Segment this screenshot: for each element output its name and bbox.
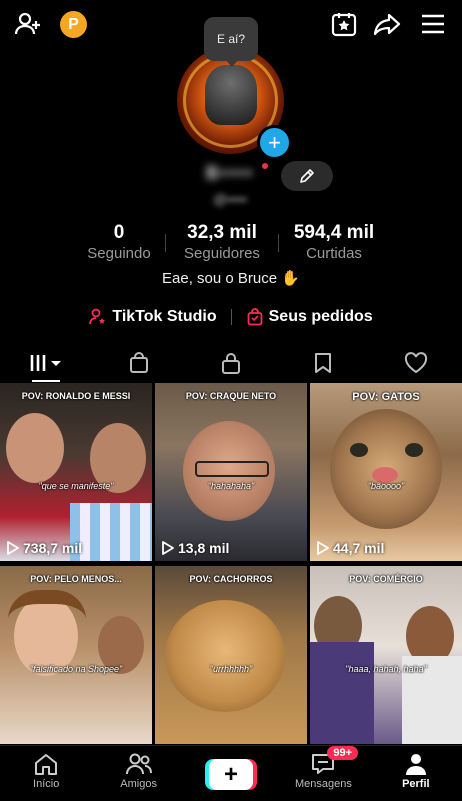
points-badge[interactable]: P <box>60 11 87 38</box>
notification-dot <box>262 163 268 169</box>
edit-profile-button[interactable] <box>281 161 333 191</box>
video-thumbnail[interactable]: POV: GATOS "bãoooo" 44,7 mil <box>310 383 462 561</box>
video-caption: POV: RONALDO E MESSI <box>21 391 131 401</box>
shopping-bag-icon <box>129 352 148 373</box>
stat-value: 32,3 mil <box>187 222 257 243</box>
video-subtitle: "bãoooo" <box>367 481 405 491</box>
lock-icon <box>222 353 241 374</box>
thumbnail-eye <box>350 443 368 457</box>
video-caption: POV: PELO MENOS... <box>30 574 122 584</box>
stat-value: 594,4 mil <box>293 222 375 243</box>
add-avatar-plus-icon[interactable]: + <box>257 125 292 160</box>
stat-likes[interactable]: 594,4 mil Curtidas <box>279 222 389 266</box>
tab-liked[interactable] <box>370 344 462 382</box>
video-thumbnail[interactable]: POV: PELO MENOS... "falsificado na Shope… <box>0 566 152 744</box>
view-count: 738,7 mil <box>6 540 82 556</box>
video-caption: POV: GATOS <box>352 391 420 403</box>
nav-profile[interactable]: Perfil <box>370 746 462 801</box>
friends-icon <box>125 753 152 775</box>
hamburger-menu-icon[interactable] <box>419 10 447 38</box>
video-thumbnail[interactable]: POV: RONALDO E MESSI "que se manifeste" … <box>0 383 152 561</box>
home-icon <box>35 754 58 775</box>
stat-label: Curtidas <box>306 245 362 262</box>
thumbnail-eye <box>405 443 423 457</box>
video-caption: POV: CRAQUE NETO <box>185 391 277 401</box>
video-grid: POV: RONALDO E MESSI "que se manifeste" … <box>0 383 462 745</box>
tiktok-studio-label: TikTok Studio <box>112 308 217 325</box>
nav-messages-label: Mensagens <box>294 778 352 790</box>
orders-label: Seus pedidos <box>268 308 373 325</box>
shopping-bag-icon <box>247 308 263 326</box>
profile-icon <box>405 754 426 775</box>
bookmark-icon <box>315 353 332 373</box>
video-subtitle: "que se manifeste" <box>38 481 114 491</box>
nav-home[interactable]: Início <box>0 746 92 801</box>
nav-friends-label: Amigos <box>120 778 157 790</box>
stat-value: 0 <box>113 222 125 243</box>
thumbnail-figure <box>165 600 285 712</box>
tiktok-studio-link[interactable]: TikTok Studio <box>89 308 217 326</box>
view-count: 44,7 mil <box>316 540 384 556</box>
orders-link[interactable]: Seus pedidos <box>246 308 373 326</box>
share-icon[interactable] <box>373 10 401 38</box>
video-subtitle: "falsificado na Shopee" <box>29 664 123 674</box>
profile-stats: 0 Seguindo 32,3 mil Seguidores 594,4 mil… <box>73 222 389 266</box>
tab-videos[interactable] <box>0 344 92 382</box>
username: B•••• <box>205 163 255 183</box>
links-divider <box>230 309 232 325</box>
tab-private[interactable] <box>185 344 277 382</box>
view-count-text: 738,7 mil <box>23 540 83 556</box>
view-count: 13,8 mil <box>161 540 229 556</box>
bottom-nav: Início Amigos + 99+ Mensagens Perfil <box>0 745 462 801</box>
view-count-text: 13,8 mil <box>178 540 230 556</box>
calendar-star-icon[interactable] <box>330 10 358 38</box>
play-icon <box>7 541 19 555</box>
pencil-icon <box>300 169 314 183</box>
thumbnail-glasses <box>195 461 269 477</box>
tab-shop[interactable] <box>92 344 184 382</box>
video-thumbnail[interactable]: POV: COMÉRCIO "haaa, hahah, haha" <box>310 566 462 744</box>
status-bubble[interactable]: E aí? <box>204 17 258 67</box>
avatar-figure <box>205 65 257 125</box>
heart-icon <box>404 352 427 374</box>
tab-favorites[interactable] <box>277 344 369 382</box>
video-subtitle: "urrhhhhh" <box>209 664 253 674</box>
add-user-icon[interactable] <box>14 10 42 38</box>
play-icon <box>162 541 174 555</box>
nav-home-label: Início <box>33 778 60 790</box>
view-count-text: 44,7 mil <box>333 540 385 556</box>
grid-videos-icon <box>30 355 62 371</box>
video-subtitle: "haaa, hahah, haha" <box>345 664 427 674</box>
nav-friends[interactable]: Amigos <box>92 746 184 801</box>
thumbnail-hair <box>8 590 86 664</box>
video-thumbnail[interactable]: POV: CACHORROS "urrhhhhh" <box>155 566 307 744</box>
thumbnail-shirt <box>70 503 152 561</box>
nav-create[interactable]: + <box>185 746 277 801</box>
video-caption: POV: COMÉRCIO <box>349 574 423 584</box>
thumbnail-figure <box>6 413 64 483</box>
nav-profile-label: Perfil <box>402 778 430 790</box>
create-button[interactable]: + <box>209 759 254 790</box>
stat-following[interactable]: 0 Seguindo <box>73 222 165 266</box>
video-thumbnail[interactable]: POV: CRAQUE NETO "hahahaha" 13,8 mil <box>155 383 307 561</box>
stat-followers[interactable]: 32,3 mil Seguidores <box>166 222 278 266</box>
content-tabs <box>0 344 462 382</box>
profile-links: TikTok Studio Seus pedidos <box>0 306 462 328</box>
play-icon <box>317 541 329 555</box>
video-subtitle: "hahahaha" <box>207 481 255 491</box>
stat-label: Seguindo <box>87 245 151 262</box>
video-caption: POV: CACHORROS <box>189 574 273 584</box>
user-handle: @•••• <box>213 191 247 207</box>
profile-bio: Eae, sou o Bruce ✋ <box>162 270 300 287</box>
stat-label: Seguidores <box>184 245 260 262</box>
nav-messages[interactable]: 99+ Mensagens <box>277 746 369 801</box>
messages-badge: 99+ <box>327 746 359 760</box>
studio-user-icon <box>89 308 106 325</box>
thumbnail-shirt <box>310 642 374 744</box>
